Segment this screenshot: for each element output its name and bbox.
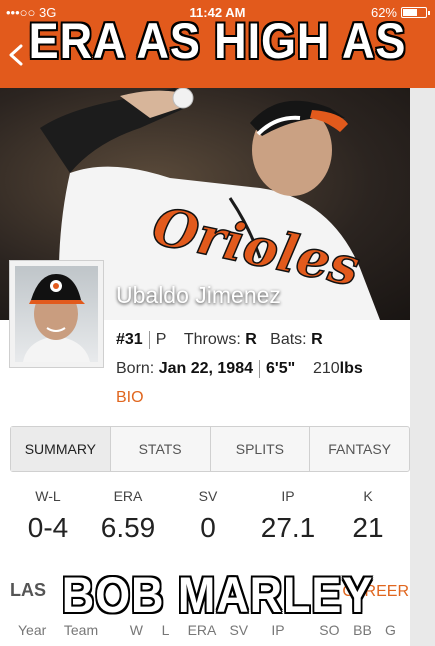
stat-label: SV — [198, 488, 218, 504]
bats-label: Bats: — [270, 331, 307, 349]
born-label: Born: — [116, 360, 155, 378]
page-edge — [410, 88, 435, 646]
column-header: Year — [18, 622, 47, 638]
stat-era: ERA 6.59 — [88, 488, 168, 544]
stat-label: IP — [281, 488, 295, 504]
stat-value: 0 — [200, 512, 216, 543]
tab-stats[interactable]: STATS — [111, 427, 211, 471]
meme-bottom-caption: BOB MARLEY — [61, 567, 374, 623]
tab-summary[interactable]: SUMMARY — [11, 427, 111, 471]
tab-splits[interactable]: SPLITS — [211, 427, 311, 471]
stat-ip: IP 27.1 — [248, 488, 328, 544]
column-header: IP — [271, 622, 285, 638]
column-header: G — [385, 622, 396, 638]
player-meta-line: #31 P Throws: R Bats: R — [116, 331, 323, 349]
column-header: W — [129, 622, 143, 638]
stat-w-l: W-L 0-4 — [8, 488, 88, 544]
column-header: SO — [319, 622, 340, 638]
column-header: SV — [229, 622, 249, 638]
last-games-column-headers: Year Team W L ERA SV IP SO BB G GS — [18, 622, 435, 638]
stat-k: K 21 — [328, 488, 408, 544]
meme-top-caption: ERA AS HIGH AS — [28, 13, 407, 69]
stat-value: 27.1 — [260, 512, 316, 543]
born-date: Jan 22, 1984 — [158, 360, 253, 378]
stat-value: 6.59 — [100, 512, 156, 543]
bats-value: R — [311, 331, 323, 349]
stat-sv: SV 0 — [168, 488, 248, 544]
stat-label: K — [363, 488, 373, 504]
stat-value: 21 — [352, 512, 384, 543]
player-weight: 210 — [312, 360, 340, 378]
player-born-line: Born: Jan 22, 1984 6'5" 210lbs — [116, 360, 363, 378]
column-header: BB — [353, 622, 372, 638]
player-tabs: SUMMARY STATS SPLITS FANTASY — [10, 426, 410, 472]
player-height: 6'5" — [266, 360, 296, 378]
player-name: Ubaldo Jimenez — [116, 282, 281, 308]
player-headshot — [9, 260, 104, 368]
player-position: P — [155, 331, 167, 349]
stat-label: W-L — [35, 488, 61, 504]
divider — [259, 360, 260, 378]
throws-value: R — [245, 331, 257, 349]
bio-link[interactable]: BIO — [116, 389, 144, 407]
column-header: L — [161, 622, 170, 638]
column-header: ERA — [187, 622, 217, 638]
headshot-avatar — [23, 274, 90, 362]
tab-fantasy[interactable]: FANTASY — [310, 427, 409, 471]
column-header: Team — [63, 622, 99, 638]
stat-value: 0-4 — [27, 512, 69, 543]
throws-label: Throws: — [183, 331, 241, 349]
weight-unit: lbs — [339, 360, 363, 378]
stat-label: ERA — [113, 488, 143, 504]
player-number: #31 — [116, 331, 143, 349]
divider — [148, 331, 150, 349]
